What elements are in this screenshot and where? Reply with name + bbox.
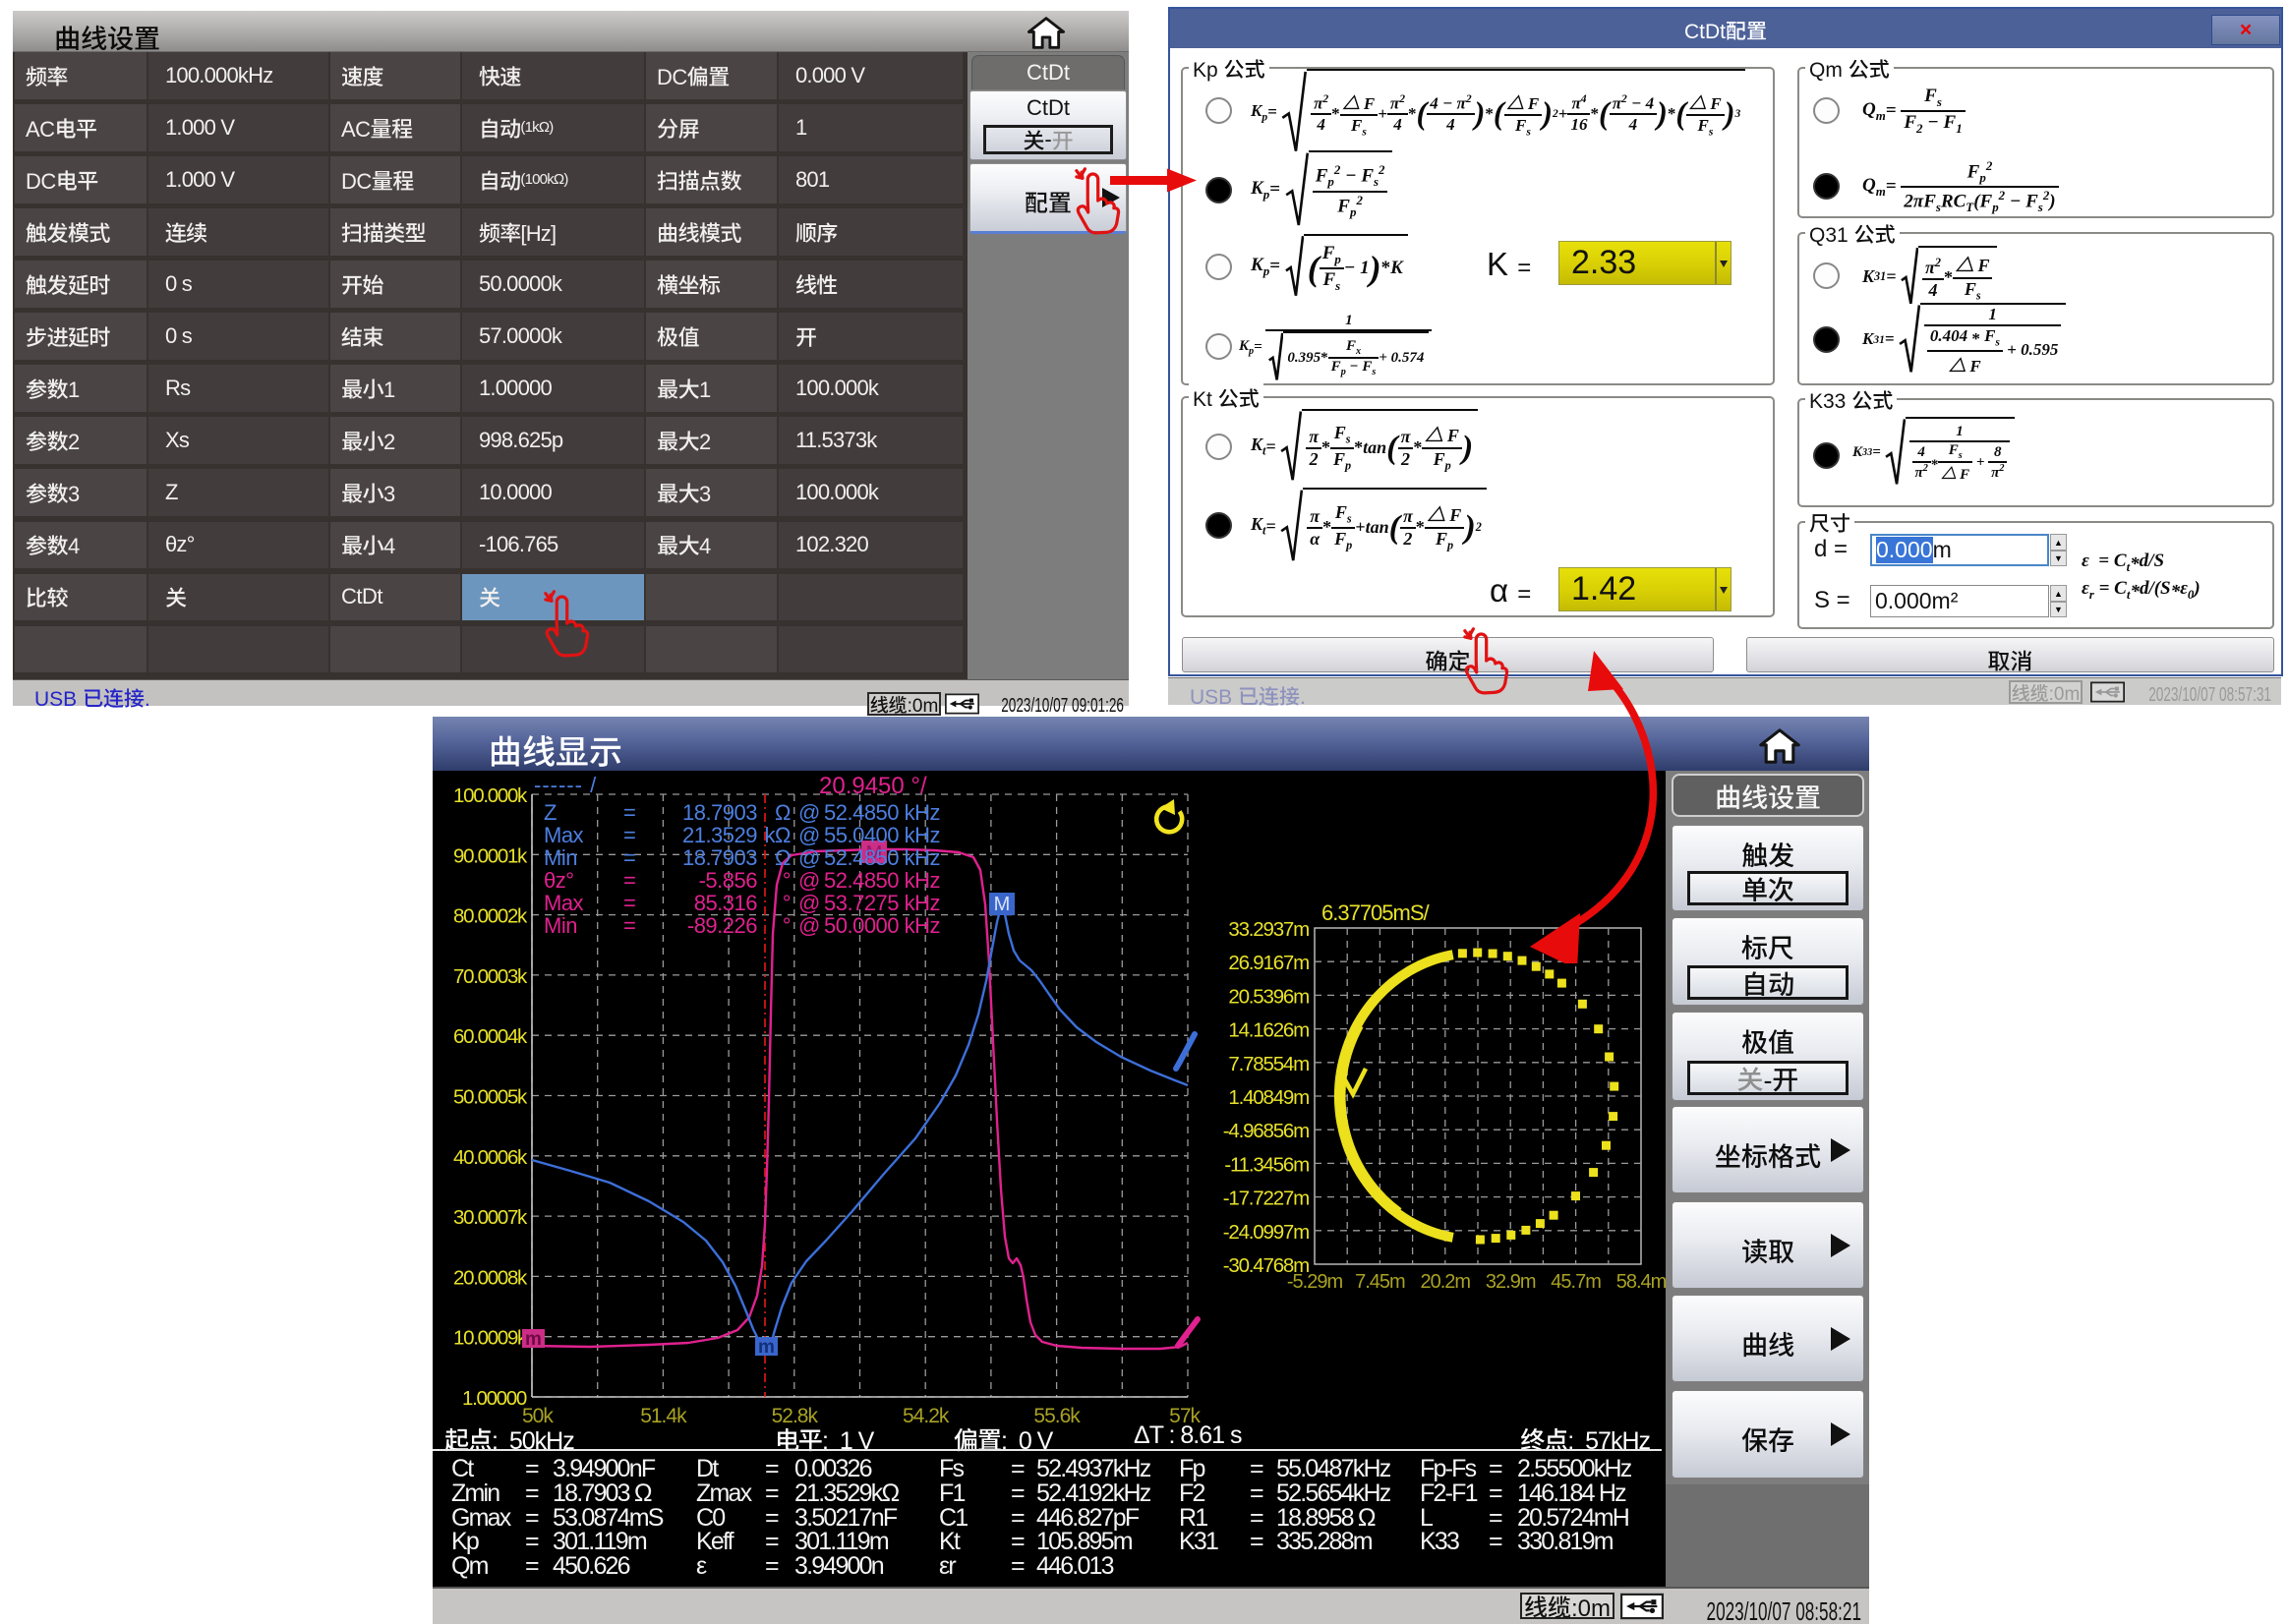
svg-text:60.0004k: 60.0004k: [453, 1025, 528, 1048]
svg-text:40.0006k: 40.0006k: [453, 1146, 528, 1169]
svg-text:7.78554m: 7.78554m: [1228, 1053, 1309, 1075]
svg-text:20.0008k: 20.0008k: [453, 1266, 528, 1289]
svg-text:58.4m: 58.4m: [1616, 1271, 1667, 1293]
svg-text:45.7m: 45.7m: [1551, 1271, 1601, 1293]
svg-text:-17.7227m: -17.7227m: [1223, 1188, 1309, 1210]
svg-text:30.0007k: 30.0007k: [453, 1206, 528, 1229]
svg-text:32.9m: 32.9m: [1486, 1271, 1536, 1293]
svg-text:-5.29m: -5.29m: [1287, 1271, 1343, 1293]
svg-text:26.9167m: 26.9167m: [1228, 952, 1309, 974]
svg-text:-24.0997m: -24.0997m: [1223, 1221, 1309, 1244]
svg-text:70.0003k: 70.0003k: [453, 965, 528, 988]
svg-text:m: m: [525, 1329, 542, 1350]
svg-text:20.2m: 20.2m: [1421, 1271, 1471, 1293]
svg-text:m: m: [758, 1337, 775, 1358]
svg-text:50.0005k: 50.0005k: [453, 1086, 528, 1109]
svg-text:20.5396m: 20.5396m: [1228, 985, 1309, 1008]
svg-text:14.1626m: 14.1626m: [1228, 1019, 1309, 1042]
svg-text:-11.3456m: -11.3456m: [1224, 1153, 1309, 1176]
svg-text:10.0009k: 10.0009k: [453, 1327, 528, 1350]
svg-text:1.40849m: 1.40849m: [1228, 1086, 1309, 1109]
svg-text:-4.96856m: -4.96856m: [1223, 1120, 1309, 1142]
svg-text:7.45m: 7.45m: [1355, 1271, 1405, 1293]
svg-text:1.00000: 1.00000: [462, 1387, 527, 1410]
